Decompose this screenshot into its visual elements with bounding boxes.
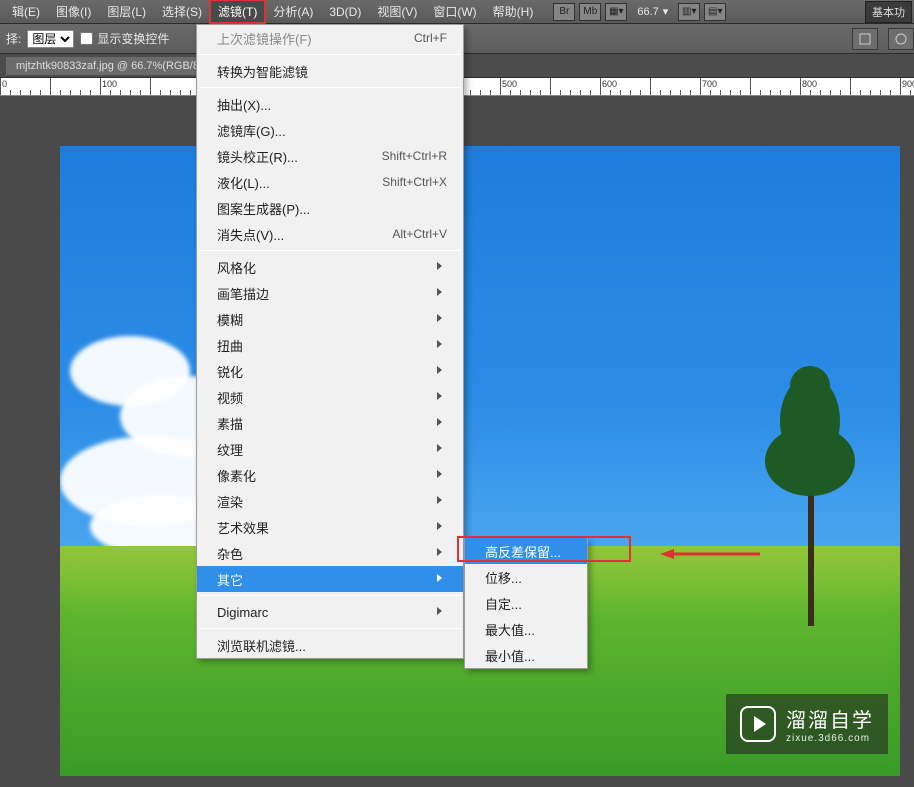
submenu-arrow-icon (437, 314, 447, 324)
submenu-arrow-icon (437, 496, 447, 506)
arrange-icon[interactable]: ▤▾ (704, 3, 726, 21)
view-extras-icon[interactable]: ▥▾ (678, 3, 700, 21)
menu-item-blur[interactable]: 模糊 (197, 306, 463, 332)
submenu-item-minimum[interactable]: 最小值... (465, 642, 587, 668)
menu-item-distort[interactable]: 扭曲 (197, 332, 463, 358)
watermark-title: 溜溜自学 (786, 710, 874, 732)
show-transform-controls[interactable]: 显示变换控件 (80, 30, 169, 47)
opt-icon-1[interactable] (852, 28, 878, 50)
screen-mode-icon[interactable]: ▦▾ (605, 3, 627, 21)
watermark: 溜溜自学 zixue.3d66.com (726, 694, 888, 754)
transform-checkbox-label: 显示变换控件 (97, 30, 169, 47)
submenu-arrow-icon (437, 340, 447, 350)
zoom-dropdown-icon: ▾ (663, 5, 669, 18)
menu-window[interactable]: 窗口(W) (425, 0, 484, 23)
transform-checkbox[interactable] (80, 32, 93, 45)
menu-item-last-filter[interactable]: 上次滤镜操作(F) Ctrl+F (197, 25, 463, 51)
play-icon (740, 706, 776, 742)
menu-select[interactable]: 选择(S) (154, 0, 210, 23)
submenu-item-custom[interactable]: 自定... (465, 590, 587, 616)
menu-layer[interactable]: 图层(L) (99, 0, 154, 23)
zoom-value: 66.7 (637, 6, 658, 18)
menu-analysis[interactable]: 分析(A) (265, 0, 321, 23)
minibridge-icon[interactable]: Mb (579, 3, 601, 21)
options-label: 择: (6, 30, 21, 47)
other-submenu: 高反差保留... 位移... 自定... 最大值... 最小值... (464, 537, 588, 669)
menu-item-other[interactable]: 其它 (197, 566, 463, 592)
image-tree (760, 366, 860, 626)
menu-item-smart-filter[interactable]: 转换为智能滤镜 (197, 58, 463, 84)
menu-item-render[interactable]: 渲染 (197, 488, 463, 514)
menubar: 辑(E) 图像(I) 图层(L) 选择(S) 滤镜(T) 分析(A) 3D(D)… (0, 0, 914, 24)
submenu-arrow-icon (437, 444, 447, 454)
menu-item-video[interactable]: 视频 (197, 384, 463, 410)
menu-item-vanishing-point[interactable]: 消失点(V)...Alt+Ctrl+V (197, 221, 463, 247)
menu-item-extract[interactable]: 抽出(X)... (197, 91, 463, 117)
bridge-icon[interactable]: Br (553, 3, 575, 21)
menu-item-stylize[interactable]: 风格化 (197, 254, 463, 280)
submenu-arrow-icon (437, 288, 447, 298)
document-canvas[interactable]: 溜溜自学 zixue.3d66.com (60, 146, 900, 776)
menu-item-browse-online[interactable]: 浏览联机滤镜... (197, 632, 463, 658)
submenu-arrow-icon (437, 522, 447, 532)
watermark-subtitle: zixue.3d66.com (786, 733, 874, 744)
menu-item-texture[interactable]: 纹理 (197, 436, 463, 462)
submenu-arrow-icon (437, 470, 447, 480)
menu-edit[interactable]: 辑(E) (4, 0, 48, 23)
menu-item-pixelate[interactable]: 像素化 (197, 462, 463, 488)
zoom-level[interactable]: 66.7 ▾ (629, 5, 676, 18)
submenu-arrow-icon (437, 418, 447, 428)
opt-icon-2[interactable] (888, 28, 914, 50)
menu-item-sharpen[interactable]: 锐化 (197, 358, 463, 384)
menu-3d[interactable]: 3D(D) (321, 2, 369, 22)
submenu-arrow-icon (437, 607, 447, 617)
menu-item-noise[interactable]: 杂色 (197, 540, 463, 566)
submenu-item-high-pass[interactable]: 高反差保留... (465, 538, 587, 564)
submenu-item-offset[interactable]: 位移... (465, 564, 587, 590)
menu-item-pattern-maker[interactable]: 图案生成器(P)... (197, 195, 463, 221)
menu-item-digimarc[interactable]: Digimarc (197, 599, 463, 625)
document-tab[interactable]: mjtzhtk90833zaf.jpg @ 66.7%(RGB/8 (6, 57, 209, 75)
menu-item-filter-gallery[interactable]: 滤镜库(G)... (197, 117, 463, 143)
submenu-arrow-icon (437, 262, 447, 272)
submenu-arrow-icon (437, 548, 447, 558)
layer-select[interactable]: 图层 (27, 30, 74, 48)
menu-help[interactable]: 帮助(H) (485, 0, 542, 23)
submenu-item-maximum[interactable]: 最大值... (465, 616, 587, 642)
menu-item-artistic[interactable]: 艺术效果 (197, 514, 463, 540)
menu-image[interactable]: 图像(I) (48, 0, 99, 23)
submenu-arrow-icon (437, 392, 447, 402)
submenu-arrow-icon (437, 574, 447, 584)
workspace-button[interactable]: 基本功 (865, 1, 912, 23)
menu-view[interactable]: 视图(V) (369, 0, 425, 23)
filter-menu: 上次滤镜操作(F) Ctrl+F 转换为智能滤镜 抽出(X)... 滤镜库(G)… (196, 24, 464, 659)
submenu-arrow-icon (437, 366, 447, 376)
menu-item-brush-strokes[interactable]: 画笔描边 (197, 280, 463, 306)
menu-item-lens-correction[interactable]: 镜头校正(R)...Shift+Ctrl+R (197, 143, 463, 169)
menu-filter[interactable]: 滤镜(T) (210, 0, 265, 23)
menu-item-liquify[interactable]: 液化(L)...Shift+Ctrl+X (197, 169, 463, 195)
menu-item-sketch[interactable]: 素描 (197, 410, 463, 436)
